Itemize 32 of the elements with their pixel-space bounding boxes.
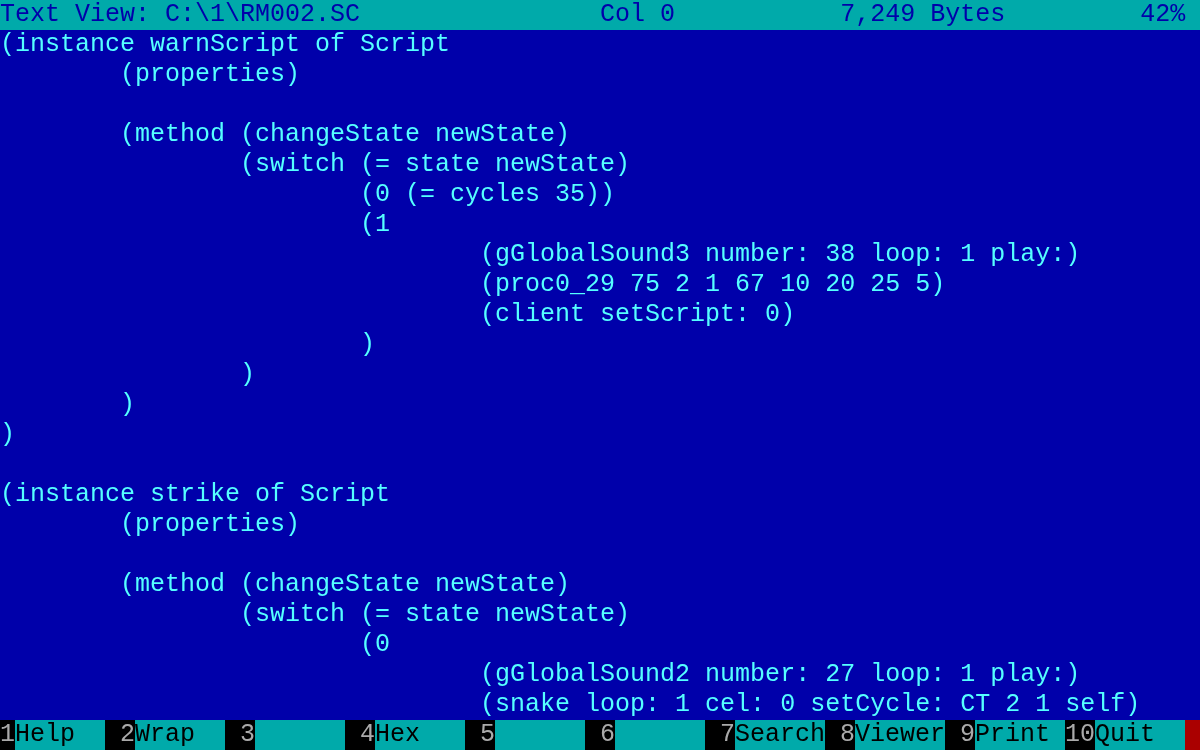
column-indicator: Col 0 <box>600 0 677 30</box>
code-line: (instance warnScript of Script <box>0 30 452 60</box>
cursor-block <box>1185 720 1200 750</box>
function-key-button[interactable]: Quit <box>1095 720 1185 750</box>
function-key-button[interactable]: Search <box>735 720 825 750</box>
file-size: 7,249 Bytes <box>840 0 1007 30</box>
code-line: (1 <box>359 210 392 240</box>
function-key-button[interactable]: Viewer <box>855 720 945 750</box>
code-line: ) <box>239 360 257 390</box>
code-line: (gGlobalSound2 number: 27 loop: 1 play:) <box>479 660 1082 690</box>
code-line: (method (changeState newState) <box>119 570 572 600</box>
code-line: (properties) <box>119 510 302 540</box>
code-line: ) <box>0 420 16 450</box>
code-line: (properties) <box>119 60 302 90</box>
code-line: (proc0_29 75 2 1 67 10 20 25 5) <box>479 270 947 300</box>
function-key-button[interactable]: Help <box>15 720 105 750</box>
file-title: Text View: C:\1\RM002.SC <box>0 0 362 30</box>
function-key-button[interactable]: Print <box>975 720 1065 750</box>
function-key-button[interactable]: Wrap <box>135 720 225 750</box>
code-line: (switch (= state newState) <box>239 150 632 180</box>
code-line: (0 <box>359 630 392 660</box>
code-line: (instance strike of Script <box>0 480 392 510</box>
percent-indicator: 42% <box>1140 0 1186 30</box>
code-line: ) <box>119 390 137 420</box>
code-line: ) <box>359 330 377 360</box>
code-line: (snake loop: 1 cel: 0 setCycle: CT 2 1 self) <box>479 690 1142 720</box>
code-line: (switch (= state newState) <box>239 600 632 630</box>
function-key-button[interactable]: Hex <box>375 720 465 750</box>
code-line: (0 (= cycles 35)) <box>359 180 617 210</box>
code-line: (gGlobalSound3 number: 38 loop: 1 play:) <box>479 240 1082 270</box>
code-line: (method (changeState newState) <box>119 120 572 150</box>
code-line: (client setScript: 0) <box>479 300 797 330</box>
